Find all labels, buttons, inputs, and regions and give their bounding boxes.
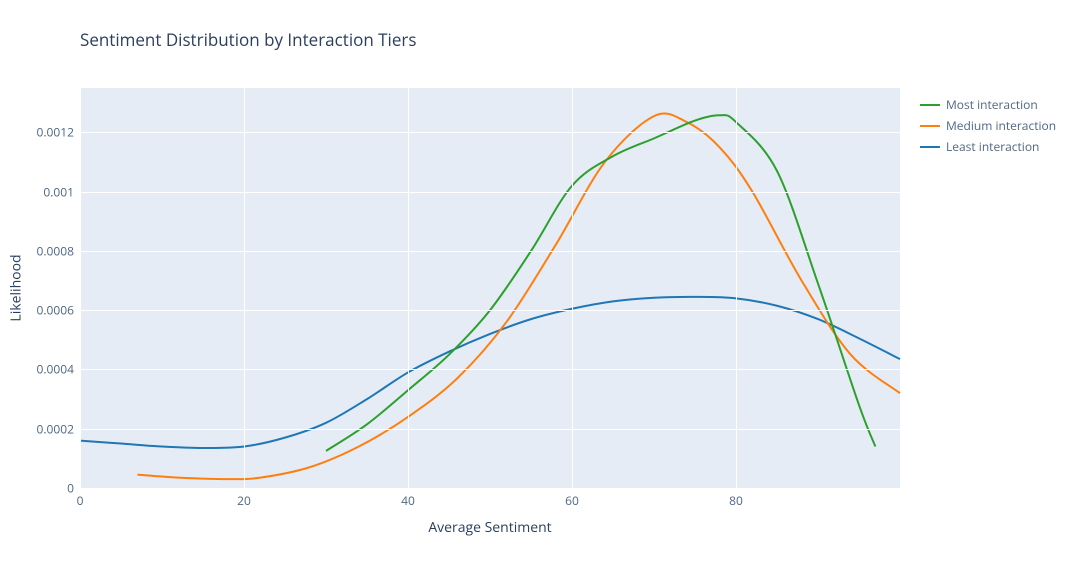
grid-line-v [408,88,409,488]
legend-swatch [920,125,940,127]
legend-swatch [920,146,940,148]
grid-line-h [80,429,900,430]
y-tick-label: 0.0012 [0,124,80,141]
plot-area [80,88,900,488]
legend-label: Medium interaction [946,117,1056,134]
grid-line-h [80,488,900,489]
legend-label: Most interaction [946,96,1038,113]
legend-label: Least interaction [946,138,1039,155]
chart-container: Sentiment Distribution by Interaction Ti… [0,0,1080,576]
series-line[interactable] [80,297,900,448]
grid-line-h [80,310,900,311]
x-axis-label: Average Sentiment [428,518,551,537]
x-tick-label: 80 [729,492,743,509]
grid-line-h [80,369,900,370]
grid-line-h [80,192,900,193]
y-tick-label: 0.0006 [0,302,80,319]
legend: Most interaction Medium interaction Least … [920,96,1056,159]
y-tick-label: 0.001 [0,183,80,200]
x-tick-label: 60 [565,492,579,509]
legend-item[interactable]: Least interaction [920,138,1056,155]
grid-line-v [244,88,245,488]
y-tick-label: 0.0008 [0,242,80,259]
y-tick-label: 0.0004 [0,361,80,378]
x-tick-label: 20 [237,492,251,509]
grid-line-v [572,88,573,488]
grid-line-v [736,88,737,488]
chart-title: Sentiment Distribution by Interaction Ti… [80,28,416,51]
grid-line-h [80,251,900,252]
x-tick-label: 40 [401,492,415,509]
grid-line-v [80,88,81,488]
x-tick-label: 0 [77,492,84,509]
legend-item[interactable]: Most interaction [920,96,1056,113]
y-tick-label: 0.0002 [0,420,80,437]
grid-line-h [80,132,900,133]
legend-item[interactable]: Medium interaction [920,117,1056,134]
y-tick-label: 0 [0,480,80,497]
series-line[interactable] [137,114,900,480]
legend-swatch [920,104,940,106]
